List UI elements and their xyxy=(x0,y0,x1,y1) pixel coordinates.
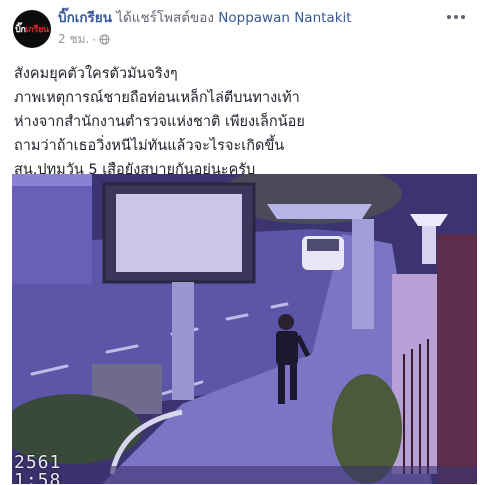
post-timestamp[interactable]: 2 ชม. xyxy=(58,30,89,49)
post-text-line: สังคมยุคตัวใครตัวมันจริงๆ xyxy=(14,66,178,82)
cctv-timestamp-time: 1:58 xyxy=(14,470,62,484)
globe-icon xyxy=(99,34,110,45)
post-text-line: ภาพเหตุการณ์ชายถือท่อนเหล็กไล่ตีบนทางเท้… xyxy=(14,90,300,106)
post-text-line: ถามว่าถ้าเธอวิ่งหนีไม่ทันแล้วจะไรจะเกิดข… xyxy=(14,138,285,154)
post-header: บิ๊กเกรียน บิ๊กเกรียน ได้แชร์โพสต์ของ No… xyxy=(0,0,480,56)
post-body-text: สังคมยุคตัวใครตัวมันจริงๆ ภาพเหตุการณ์ชา… xyxy=(14,62,454,182)
original-author-link[interactable]: Noppawan Nantakit xyxy=(218,10,351,26)
meta-separator: · xyxy=(92,32,97,47)
page-name-link[interactable]: บิ๊กเกรียน xyxy=(58,10,112,26)
post-title-line: บิ๊กเกรียน ได้แชร์โพสต์ของ Noppawan Nant… xyxy=(58,9,352,27)
post-photo[interactable]: 2561 1:58 xyxy=(12,174,477,484)
cctv-scene xyxy=(12,174,477,484)
post-meta: 2 ชม. · xyxy=(58,30,110,49)
post-text-line: ห่างจากสำนักงานตำรวจแห่งชาติ เพียงเล็กน้… xyxy=(14,114,305,130)
avatar[interactable]: บิ๊กเกรียน xyxy=(13,10,51,48)
more-options-icon[interactable] xyxy=(446,12,466,22)
shared-text: ได้แชร์โพสต์ของ xyxy=(116,10,214,26)
avatar-logo: บิ๊กเกรียน xyxy=(15,25,49,35)
